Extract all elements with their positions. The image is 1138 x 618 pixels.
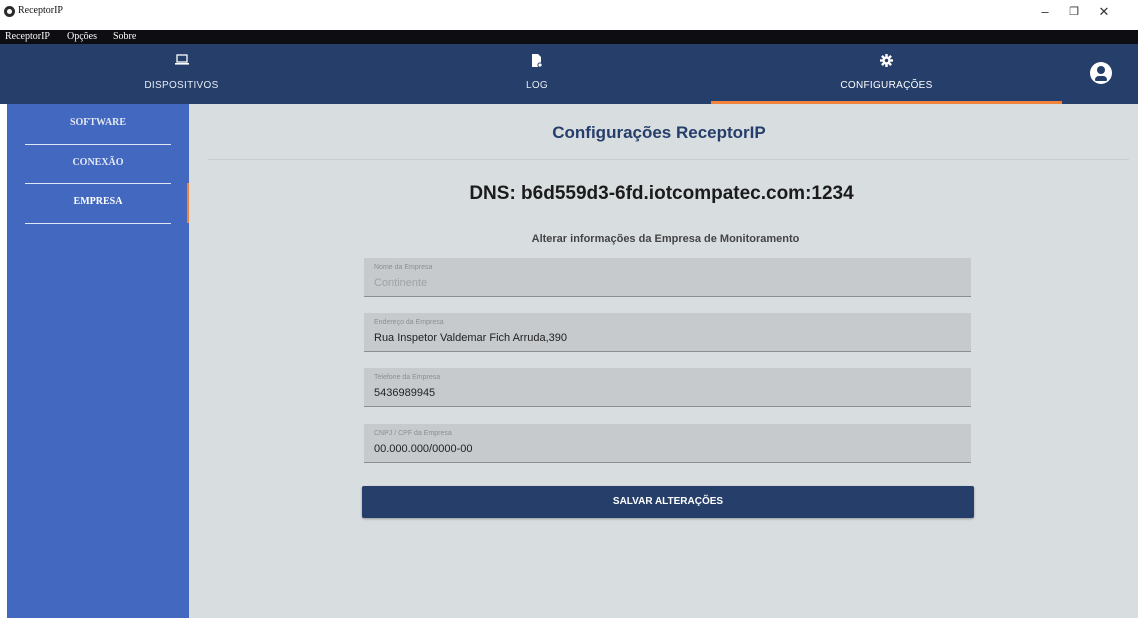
sidebar-item-empresa[interactable]: EMPRESA [25,183,171,221]
tab-label: LOG [525,80,549,91]
field-value[interactable]: 00.000.000/0000-00 [374,443,472,455]
sidebar-item-label: SOFTWARE [69,117,127,128]
tab-log[interactable]: LOG [363,44,711,104]
menu-receptorip[interactable]: ReceptorIP [5,30,50,44]
menu-bar: ReceptorIP Opções Sobre [0,30,1138,44]
top-navigation: DISPOSITIVOS LOG CONFIGURAÇÕES [0,44,1138,104]
restore-icon[interactable]: ❐ [1064,5,1084,18]
account-icon[interactable] [1090,62,1112,84]
log-file-icon [363,54,711,70]
sidebar: SOFTWARE CONEXÃO EMPRESA [7,104,189,618]
sidebar-item-label: EMPRESA [73,196,123,207]
field-value: Continente [374,277,428,289]
tab-configuracoes[interactable]: CONFIGURAÇÕES [711,44,1062,104]
menu-opcoes[interactable]: Opções [67,30,97,44]
close-icon[interactable]: ✕ [1094,4,1114,20]
minimize-icon[interactable]: – [1035,4,1055,19]
field-label: CNPJ / CPF da Empresa [374,430,452,437]
company-cnpj-field[interactable]: CNPJ / CPF da Empresa 00.000.000/0000-00 [364,424,971,463]
section-subtitle: Alterar informações da Empresa de Monito… [531,233,800,245]
laptop-icon [0,54,363,70]
tab-label: CONFIGURAÇÕES [840,80,933,91]
sidebar-divider [25,223,171,224]
menu-sobre[interactable]: Sobre [113,30,136,44]
field-label: Endereço da Empresa [374,319,444,326]
tab-dispositivos[interactable]: DISPOSITIVOS [0,44,363,104]
title-divider [208,159,1129,160]
field-label: Telefone da Empresa [374,374,441,381]
settings-panel: Configurações ReceptorIP DNS: b6d559d3-6… [189,104,1138,618]
app-logo-icon [4,6,15,17]
company-address-field[interactable]: Endereço da Empresa Rua Inspetor Valdema… [364,313,971,352]
company-name-field: Nome da Empresa Continente [364,258,971,297]
company-phone-field[interactable]: Telefone da Empresa 5436989945 [364,368,971,407]
dns-address: DNS: b6d559d3-6fd.iotcompatec.com:1234 [469,183,854,204]
sidebar-item-conexao[interactable]: CONEXÃO [25,144,171,182]
field-value[interactable]: 5436989945 [374,387,435,399]
window-title: ReceptorIP [18,5,63,16]
field-value[interactable]: Rua Inspetor Valdemar Fich Arruda,390 [374,332,567,344]
tab-label: DISPOSITIVOS [144,80,219,91]
sidebar-item-label: CONEXÃO [72,157,124,168]
field-label: Nome da Empresa [374,264,433,271]
page-title: Configurações ReceptorIP [552,123,766,142]
gear-icon [711,54,1062,70]
window-titlebar: ReceptorIP – ❐ ✕ [0,0,1138,30]
save-button[interactable]: SALVAR ALTERAÇÕES [362,486,974,518]
sidebar-item-software[interactable]: SOFTWARE [25,104,171,142]
